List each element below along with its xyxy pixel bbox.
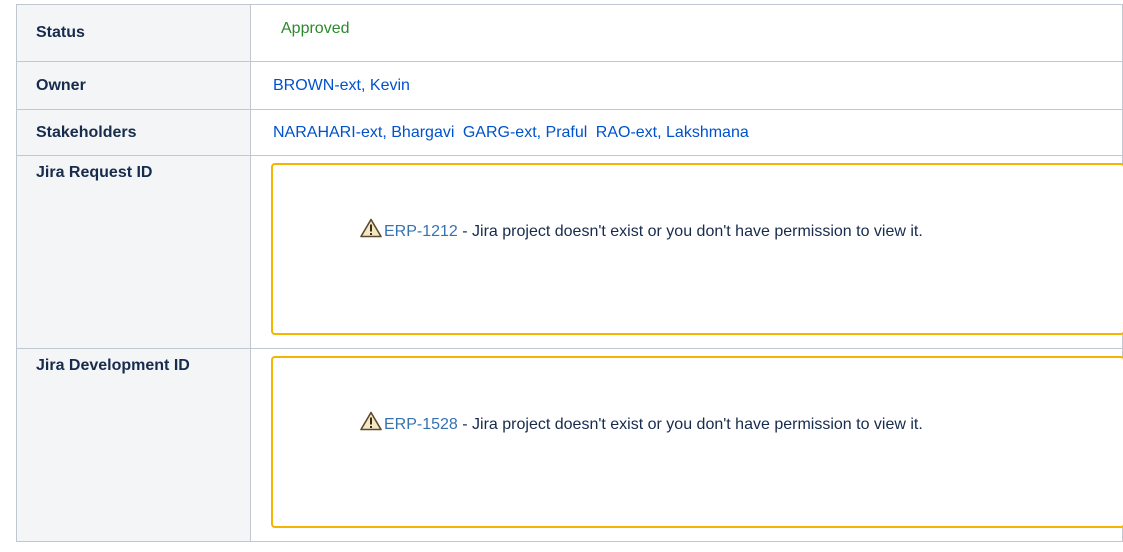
status-label: Status — [16, 4, 251, 62]
stakeholders-value-cell: NARAHARI-ext, Bhargavi GARG-ext, Praful … — [250, 109, 1123, 156]
status-value: Approved — [281, 20, 350, 37]
warning-icon — [360, 410, 382, 431]
owner-value-cell: BROWN-ext, Kevin — [250, 61, 1123, 110]
stakeholders-label: Stakeholders — [16, 109, 251, 156]
jira-request-warning-box: ERP-1212 - Jira project doesn't exist or… — [271, 163, 1123, 335]
stakeholder-user-link[interactable]: NARAHARI-ext, Bhargavi — [273, 124, 454, 141]
owner-label: Owner — [16, 61, 251, 110]
stakeholder-user-link[interactable]: GARG-ext, Praful — [463, 124, 587, 141]
jira-request-value-cell: ERP-1212 - Jira project doesn't exist or… — [250, 155, 1123, 349]
jira-request-message-text: - Jira project doesn't exist or you don'… — [457, 223, 923, 240]
jira-development-message-text: - Jira project doesn't exist or you don'… — [457, 416, 923, 433]
stakeholders-row: Stakeholders NARAHARI-ext, Bhargavi GARG… — [16, 109, 1123, 156]
status-row: Status Approved — [16, 4, 1123, 62]
jira-request-message: ERP-1212 - Jira project doesn't exist or… — [360, 215, 1080, 249]
jira-development-message: ERP-1528 - Jira project doesn't exist or… — [360, 408, 1080, 442]
jira-request-label: Jira Request ID — [16, 155, 251, 349]
owner-user-link[interactable]: BROWN-ext, Kevin — [273, 77, 410, 94]
status-value-cell: Approved — [250, 4, 1123, 62]
page-properties-table: Status Approved Owner BROWN-ext, Kevin S… — [16, 4, 1123, 542]
warning-icon — [360, 217, 382, 238]
jira-development-issue-link[interactable]: ERP-1528 — [384, 416, 458, 433]
jira-request-row: Jira Request ID ERP-1212 - Jira project … — [16, 155, 1123, 349]
jira-development-row: Jira Development ID ERP-1528 - Jira proj… — [16, 348, 1123, 542]
stakeholder-user-link[interactable]: RAO-ext, Lakshmana — [596, 124, 749, 141]
jira-request-issue-link[interactable]: ERP-1212 — [384, 223, 458, 240]
jira-development-value-cell: ERP-1528 - Jira project doesn't exist or… — [250, 348, 1123, 542]
owner-row: Owner BROWN-ext, Kevin — [16, 61, 1123, 110]
jira-development-label: Jira Development ID — [16, 348, 251, 542]
jira-development-warning-box: ERP-1528 - Jira project doesn't exist or… — [271, 356, 1123, 528]
